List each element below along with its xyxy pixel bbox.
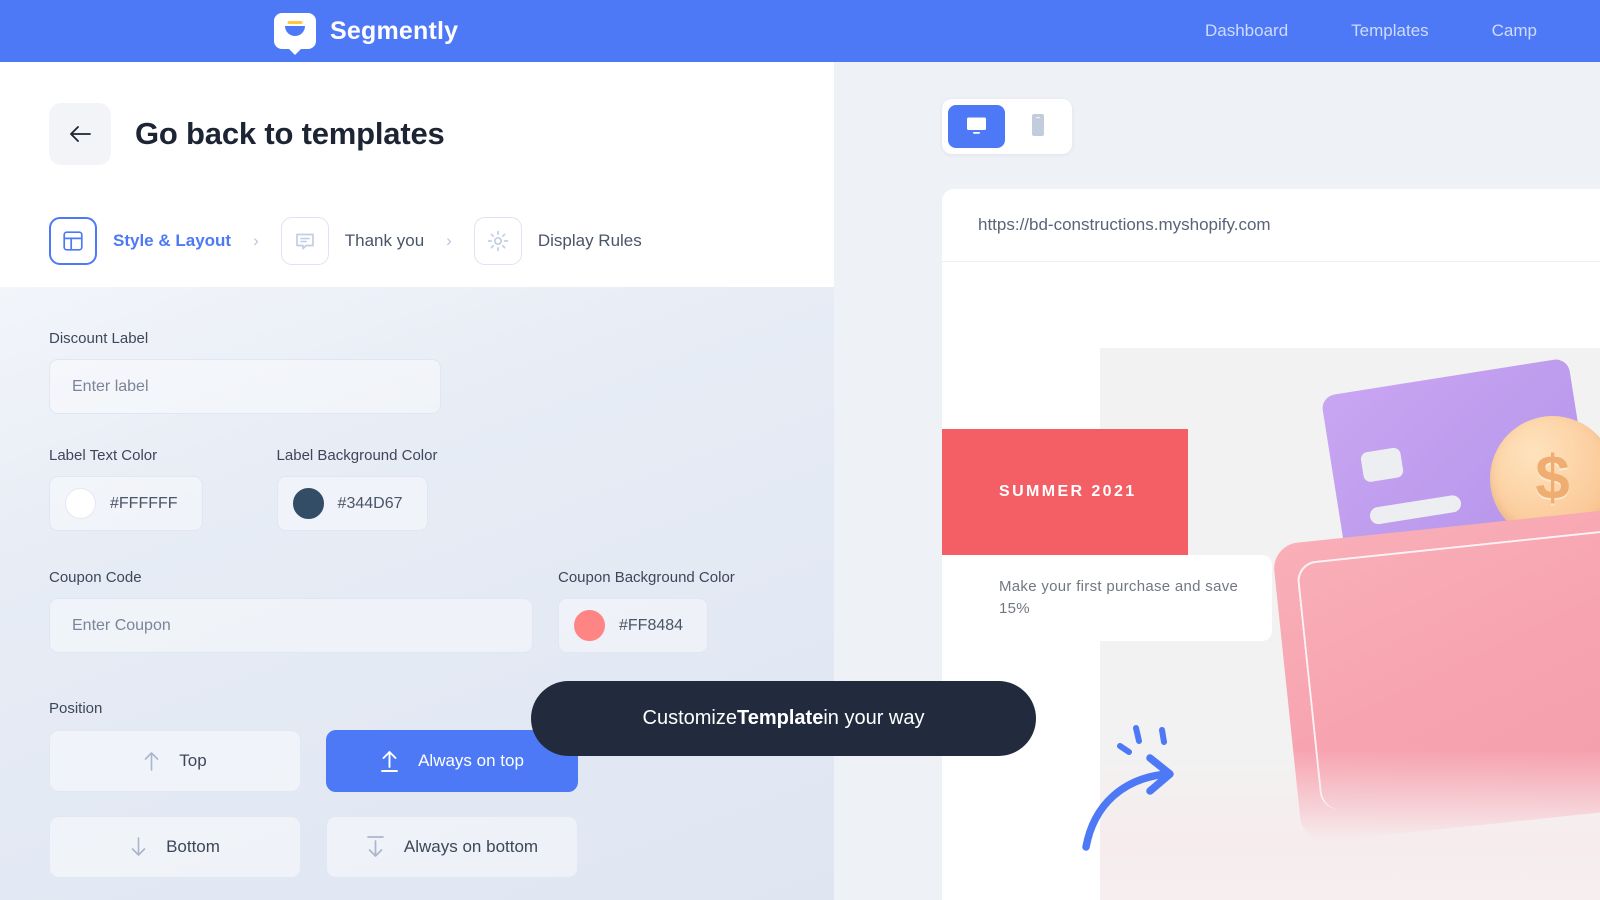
position-option-always-on-bottom-label: Always on bottom — [403, 837, 539, 856]
label-text-color-caption: Label Text Color — [49, 447, 158, 464]
gear-icon — [473, 217, 522, 265]
tooltip-suffix: in your way — [823, 707, 925, 729]
position-option-top[interactable]: Top — [49, 730, 301, 792]
stepper: Style & Layout › Thank you › Display Rul… — [49, 217, 642, 265]
label-background-color-caption: Label Background Color — [276, 447, 438, 464]
browser-viewport: SUMMER 2021 Make your first purchase and… — [942, 262, 1600, 900]
discount-label-input[interactable]: Enter label — [49, 359, 441, 414]
label-text-color-value: #FFFFFF — [110, 494, 178, 512]
browser-url-bar[interactable]: https://bd-constructions.myshopify.com — [942, 189, 1600, 262]
coupon-code-caption: Coupon Code — [49, 569, 142, 586]
brand[interactable]: Segmently — [274, 13, 459, 55]
discount-label-field: Discount Label Enter label — [49, 330, 441, 414]
label-background-color-swatch — [292, 488, 324, 519]
coupon-code-field: Coupon Code Enter Coupon — [49, 569, 533, 653]
label-background-color-value: #344D67 — [337, 494, 403, 512]
position-caption: Position — [49, 700, 103, 717]
step-display-rules[interactable]: Display Rules — [473, 217, 642, 265]
arrow-left-icon — [68, 124, 92, 144]
phone-icon — [1030, 112, 1046, 141]
device-desktop-button[interactable] — [948, 105, 1005, 148]
customize-template-tooltip: Customize Template in your way — [531, 681, 1036, 756]
editor-header: Go back to templates Style & Layout › Th… — [0, 62, 834, 287]
step-label-thank-you: Thank you — [344, 231, 425, 250]
coupon-row: Coupon Code Enter Coupon Coupon Backgrou… — [49, 569, 735, 653]
position-field: Position Top Always on top Bottom Always… — [49, 700, 578, 878]
monitor-icon — [964, 114, 989, 139]
back-button[interactable] — [49, 103, 111, 165]
tooltip-bold: Template — [737, 707, 824, 729]
device-toggle — [942, 99, 1072, 154]
label-background-color-picker[interactable]: #344D67 — [276, 476, 428, 531]
editor-panel: Go back to templates Style & Layout › Th… — [0, 62, 834, 900]
position-options: Top Always on top Bottom Always on botto… — [49, 730, 578, 878]
promo-banner: SUMMER 2021 — [942, 429, 1188, 555]
label-text-color-picker[interactable]: #FFFFFF — [49, 476, 203, 531]
curved-arrow-icon — [1072, 722, 1202, 857]
step-label-display-rules: Display Rules — [537, 231, 642, 250]
layout-icon — [49, 217, 97, 265]
step-chevron-1: › — [253, 231, 259, 250]
tooltip-prefix: Customize — [642, 707, 737, 729]
label-colors-row: Label Text Color #FFFFFF Label Backgroun… — [49, 447, 437, 531]
step-label-style-and-layout: Style & Layout — [113, 231, 232, 250]
back-row: Go back to templates — [49, 103, 445, 165]
label-text-color-swatch — [65, 488, 96, 519]
arrow-down-to-line-icon — [366, 835, 385, 859]
step-style-and-layout[interactable]: Style & Layout — [49, 217, 231, 265]
promo-banner-text: SUMMER 2021 — [999, 483, 1137, 500]
coupon-code-input[interactable]: Enter Coupon — [49, 598, 533, 653]
coupon-background-color-swatch — [574, 610, 605, 641]
label-text-color-field: Label Text Color #FFFFFF — [49, 447, 203, 531]
device-mobile-button[interactable] — [1009, 105, 1066, 148]
position-option-always-on-bottom[interactable]: Always on bottom — [326, 816, 578, 878]
speech-bubble-icon — [280, 217, 329, 265]
coupon-background-color-picker[interactable]: #FF8484 — [558, 598, 709, 653]
nav-item-campaigns[interactable]: Camp — [1492, 21, 1537, 41]
coupon-background-color-value: #FF8484 — [619, 616, 684, 634]
arrow-up-icon — [143, 750, 160, 772]
top-navigation-bar: Segmently Dashboard Templates Camp — [0, 0, 1600, 62]
nav-item-dashboard[interactable]: Dashboard — [1205, 21, 1288, 41]
position-option-top-label: Top — [179, 751, 207, 770]
preview-panel: https://bd-constructions.myshopify.com S… — [834, 62, 1600, 900]
page-title: Go back to templates — [135, 116, 445, 151]
step-chevron-2: › — [446, 231, 452, 250]
arrow-down-icon — [130, 836, 147, 858]
nav-links: Dashboard Templates Camp — [1205, 0, 1537, 62]
position-option-bottom-label: Bottom — [166, 837, 220, 856]
position-option-always-on-top-label: Always on top — [418, 751, 524, 770]
arrow-up-to-line-icon — [380, 749, 399, 773]
promo-card: Make your first purchase and save 15% — [942, 555, 1272, 641]
segmently-bubble-logo-icon — [274, 13, 316, 55]
step-thank-you[interactable]: Thank you — [280, 217, 425, 265]
browser-preview: https://bd-constructions.myshopify.com S… — [942, 189, 1600, 900]
nav-item-templates[interactable]: Templates — [1351, 21, 1428, 41]
promo-card-text: Make your first purchase and save 15% — [999, 578, 1239, 617]
label-background-color-field: Label Background Color #344D67 — [276, 447, 438, 531]
coupon-background-color-field: Coupon Background Color #FF8484 — [558, 569, 735, 653]
position-option-bottom[interactable]: Bottom — [49, 816, 301, 878]
coupon-background-color-caption: Coupon Background Color — [558, 569, 735, 586]
brand-name: Segmently — [330, 16, 459, 45]
discount-label-caption: Discount Label — [49, 330, 149, 347]
